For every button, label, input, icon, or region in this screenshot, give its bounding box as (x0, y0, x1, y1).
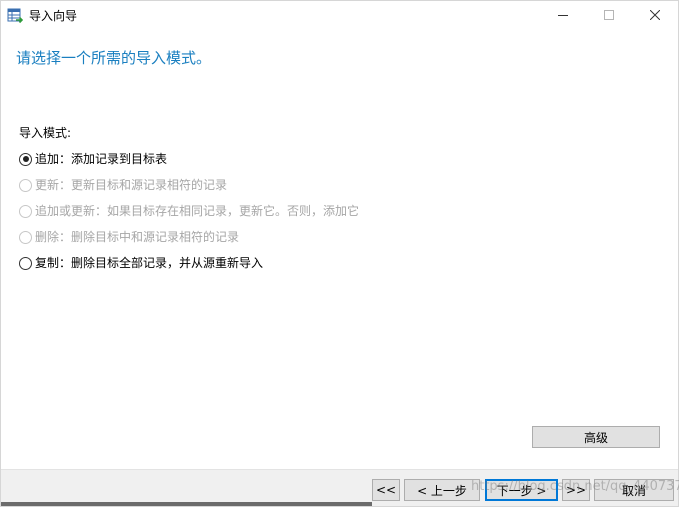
radio-button (19, 204, 32, 218)
radio-option-label: 追加或更新：如果目标存在相同记录，更新它。否则，添加它 (35, 204, 360, 218)
previous-step-button[interactable]: < 上一步 (404, 479, 480, 501)
page-heading: 请选择一个所需的导入模式。 (16, 49, 212, 67)
close-button[interactable] (632, 1, 678, 31)
radio-button (19, 178, 32, 192)
radio-option-label: 追加：添加记录到目标表 (35, 152, 168, 166)
radio-button (19, 230, 32, 244)
last-step-button[interactable]: >> (562, 479, 590, 501)
radio-option-delete: 删除：删除目标中和源记录相符的记录 (19, 228, 239, 246)
minimize-button[interactable] (540, 1, 586, 31)
window-title: 导入向导 (29, 9, 78, 23)
radio-option-label: 删除：删除目标中和源记录相符的记录 (35, 230, 240, 244)
advanced-button[interactable]: 高级 (532, 426, 660, 448)
import-mode-label: 导入模式: (19, 126, 72, 140)
title-bar[interactable]: 导入向导 (1, 1, 678, 31)
radio-button[interactable] (19, 256, 32, 270)
bottom-edge (1, 502, 372, 506)
radio-button[interactable] (19, 152, 32, 166)
radio-option-append-or-update: 追加或更新：如果目标存在相同记录，更新它。否则，添加它 (19, 202, 359, 220)
maximize-button[interactable] (586, 1, 632, 31)
close-icon (649, 9, 661, 23)
minimize-icon (558, 9, 568, 23)
maximize-icon (604, 9, 614, 23)
import-wizard-window: 导入向导 请选择一个所需的导入模式。 导入模式: 追加：添加记录到目标表 更新：… (0, 0, 679, 507)
cancel-button[interactable]: 取消 (594, 479, 674, 501)
radio-option-label: 复制：删除目标全部记录，并从源重新导入 (35, 256, 264, 270)
radio-option-copy[interactable]: 复制：删除目标全部记录，并从源重新导入 (19, 254, 263, 272)
radio-option-update: 更新：更新目标和源记录相符的记录 (19, 176, 227, 194)
table-import-icon (7, 8, 24, 24)
next-step-button[interactable]: 下一步 > (485, 479, 558, 501)
first-step-button[interactable]: << (372, 479, 400, 501)
radio-option-label: 更新：更新目标和源记录相符的记录 (35, 178, 228, 192)
radio-option-append[interactable]: 追加：添加记录到目标表 (19, 150, 167, 168)
